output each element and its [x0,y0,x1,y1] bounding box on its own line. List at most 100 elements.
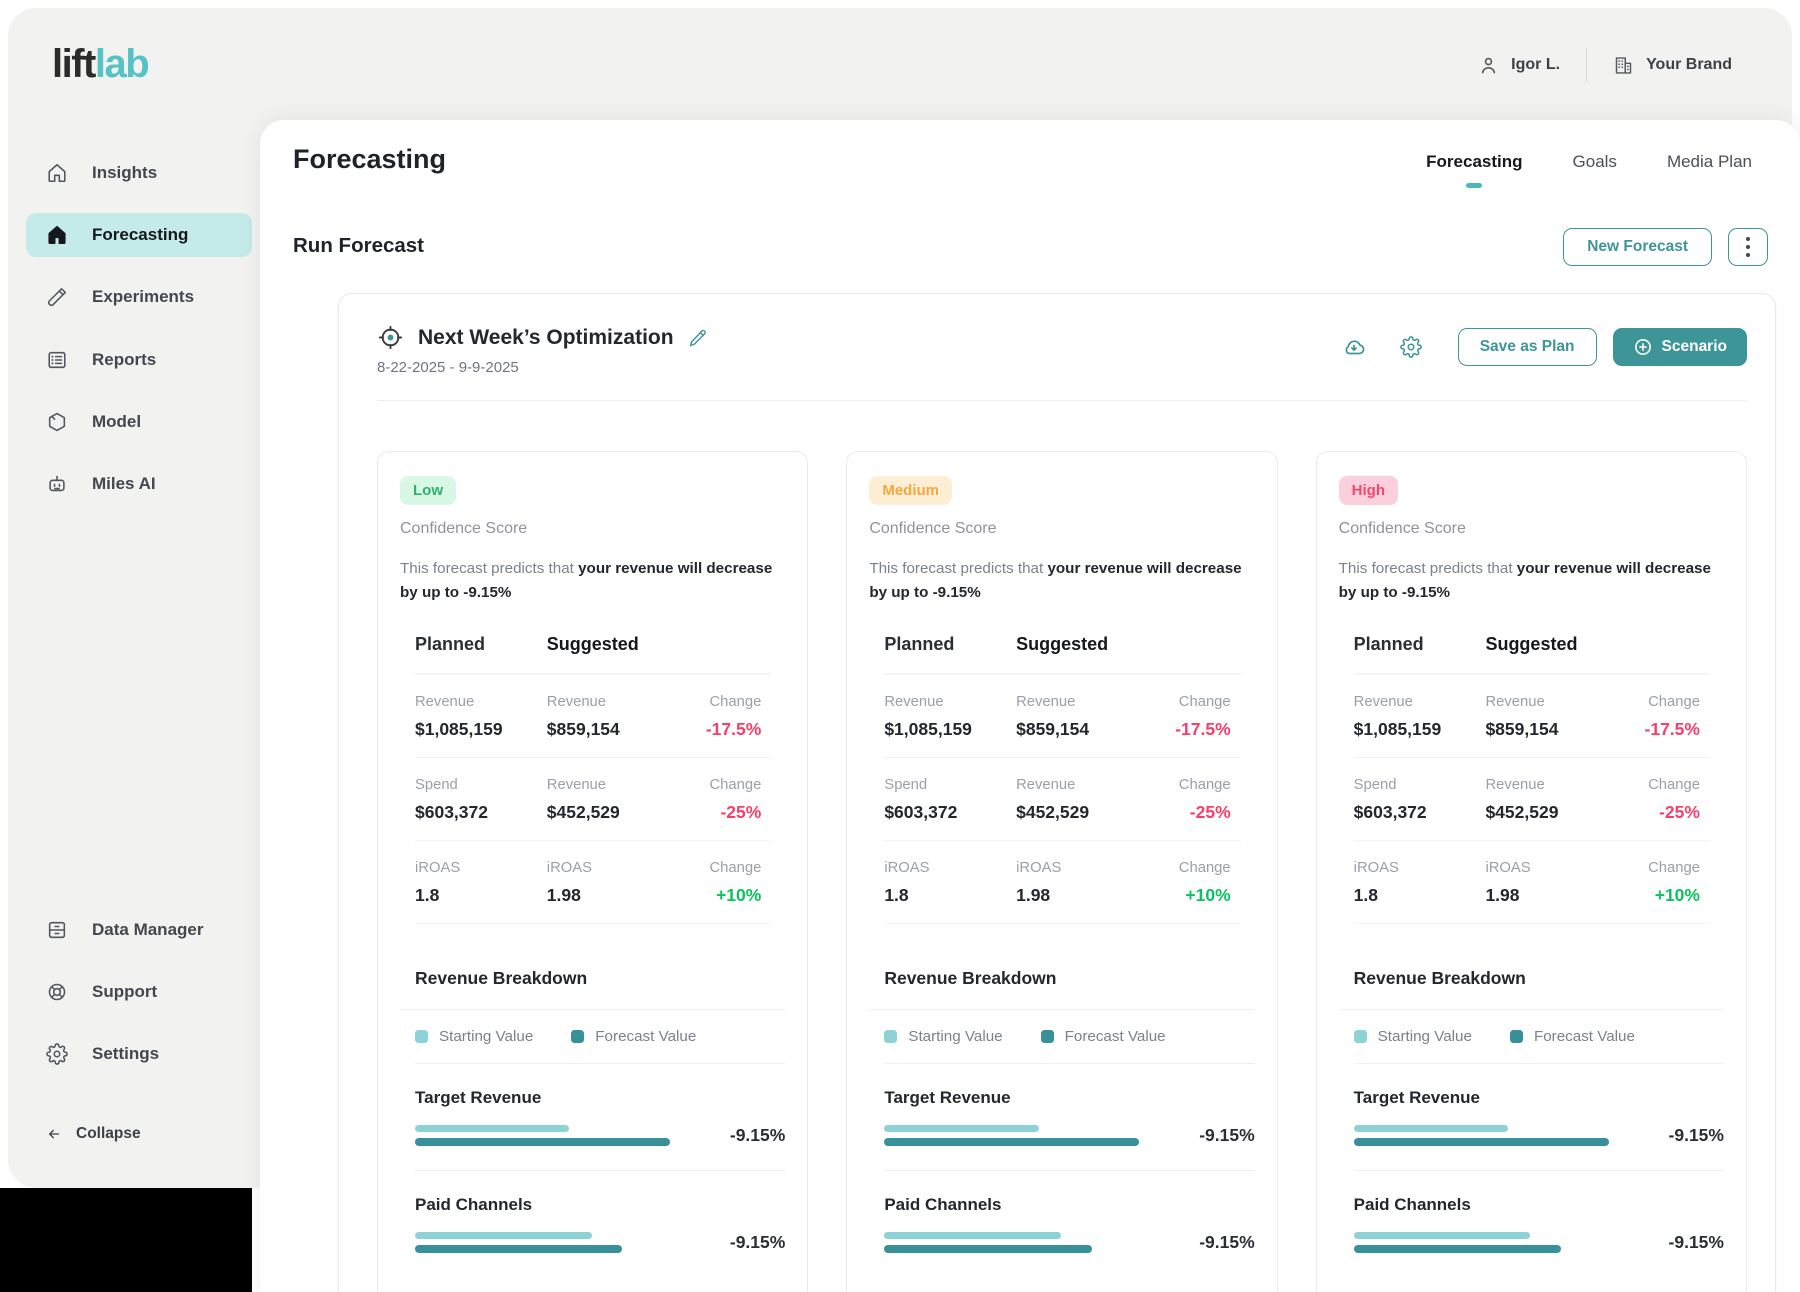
legend-label: Forecast Value [1533,1028,1635,1046]
breakdown-item: Paid Channels -9.15% [884,1171,1255,1277]
cell-value: 1.8 [884,885,909,906]
cell-label: Spend [415,777,458,794]
cell-label: iROAS [884,860,930,877]
cell-label: Revenue [884,694,944,711]
sidebar-item-insights[interactable]: Insights [26,151,252,195]
confidence-card: High Confidence Score This forecast pred… [1315,451,1747,1292]
sidebar-item-data-manager[interactable]: Data Manager [26,908,252,952]
sidebar-item-settings[interactable]: Settings [26,1032,252,1076]
breakdown-item: Target Revenue -9.15% [415,1064,786,1172]
settings-gear-icon[interactable] [1399,336,1422,358]
cell-label: Change [709,694,762,711]
cell-label: Change [1648,777,1700,794]
change-value: +10% [1654,885,1700,906]
planned-header: Planned [884,634,955,655]
table-row: iROAS 1.8 iROAS 1.98 Change +10% [884,841,1241,925]
breakdown-label: Paid Channels [415,1195,533,1215]
table-row: Revenue $1,085,159 Revenue $859,154 Change… [884,675,1241,759]
plan-table-header: Planned Suggested [884,634,1240,655]
brand-menu[interactable]: Your Brand [1613,55,1732,76]
starting-value-swatch [884,1030,898,1044]
breakdown-legend: Starting Value Forecast Value [884,1028,1255,1065]
forecast-value-bar [1353,1245,1562,1254]
cell-label: Change [1178,860,1231,877]
cell-value: $859,154 [546,719,620,740]
sidebar-item-forecasting[interactable]: Forecasting [26,213,252,257]
forecast-value-swatch [571,1030,585,1044]
arrow-left-icon [46,1126,62,1142]
table-row: Spend $603,372 Revenue $452,529 Change -25% [415,758,772,842]
plan-table-header: Planned Suggested [1354,634,1710,655]
revenue-breakdown-title: Revenue Breakdown [884,968,1057,989]
table-row: Revenue $1,085,159 Revenue $859,154 Change… [415,675,772,759]
change-value: -17.5% [1175,719,1231,740]
cloud-download-icon[interactable] [1342,335,1366,359]
table-row: Revenue $1,085,159 Revenue $859,154 Change… [1353,675,1710,759]
sidebar-item-reports[interactable]: Reports [26,338,252,382]
prediction-prefix: This forecast predicts that [869,560,1048,577]
archive-icon [46,919,68,941]
breakdown-change: -9.15% [1668,1125,1724,1146]
confidence-badge: Medium [869,476,952,505]
plan-table: Planned Suggested Revenue $1,085,159 Reve… [884,634,1241,925]
cell-value: $452,529 [546,802,620,823]
breakdown-label: Paid Channels [884,1195,1002,1215]
cell-label: Change [1648,860,1700,877]
cell-value: $603,372 [1353,802,1427,823]
cell-label: Revenue [415,694,475,711]
cell-value: 1.98 [1485,885,1520,906]
tab-goals[interactable]: Goals [1573,152,1617,172]
cell-value: 1.98 [546,885,581,906]
user-name: Igor L. [1511,56,1561,73]
suggested-header: Suggested [1485,634,1578,655]
plus-circle-icon [1633,337,1653,357]
prediction-text: This forecast predicts that your revenue… [869,557,1249,604]
sidebar-item-model[interactable]: Model [26,400,252,444]
forecast-value-bar [884,1138,1140,1147]
more-options-button[interactable] [1728,228,1768,266]
cell-value: $452,529 [1016,802,1090,823]
cell-label: Spend [884,777,928,794]
confidence-cards: Low Confidence Score This forecast predi… [377,451,1747,1292]
table-row: iROAS 1.8 iROAS 1.98 Change +10% [1353,841,1710,925]
confidence-card: Medium Confidence Score This forecast pr… [846,451,1278,1292]
collapse-button[interactable]: Collapse [46,1125,141,1143]
cell-label: Revenue [546,694,607,711]
cell-label: Revenue [1485,777,1545,794]
sidebar-item-miles-ai[interactable]: Miles AI [26,462,252,506]
cell-value: $859,154 [1016,719,1090,740]
cell-value: $1,085,159 [1353,719,1442,740]
planned-header: Planned [1353,634,1424,655]
tab-forecasting[interactable]: Forecasting [1426,152,1523,188]
breakdown-item: Target Revenue -9.15% [884,1064,1255,1172]
user-menu[interactable]: Igor L. [1478,55,1560,76]
sidebar-item-support[interactable]: Support [26,970,252,1014]
tab-media-plan[interactable]: Media Plan [1667,152,1752,172]
breakdown-change: -9.15% [1668,1232,1724,1253]
confidence-card: Low Confidence Score This forecast predi… [377,451,809,1292]
cell-value: 1.8 [415,885,440,906]
scenario-button[interactable]: Scenario [1612,328,1747,366]
top-tabs: Forecasting Goals Media Plan [1426,152,1752,188]
sidebar-item-experiments[interactable]: Experiments [26,275,252,319]
legend-label: Forecast Value [595,1028,697,1046]
save-as-plan-button[interactable]: Save as Plan [1457,328,1597,366]
change-value: -25% [1659,802,1700,823]
starting-value-bar [415,1125,570,1133]
edit-pencil-icon[interactable] [688,328,708,348]
cell-label: Spend [1353,777,1397,794]
building-icon [1613,55,1634,76]
active-tab-indicator [1466,183,1483,188]
plan-table-header: Planned Suggested [415,634,771,655]
confidence-badge: Low [400,476,456,505]
breakdown-label: Target Revenue [415,1088,542,1108]
table-row: Spend $603,372 Revenue $452,529 Change -25% [1353,758,1710,842]
legend-label: Forecast Value [1064,1028,1166,1046]
divider [1338,1009,1724,1011]
brand-name: Your Brand [1646,56,1732,73]
cell-label: iROAS [1353,860,1399,877]
new-forecast-button[interactable]: New Forecast [1563,228,1712,266]
legend-label: Starting Value [439,1028,534,1046]
app-window: liftlab Igor L. Your Brand Insights Fore… [8,8,1800,1292]
cell-value: $603,372 [884,802,958,823]
